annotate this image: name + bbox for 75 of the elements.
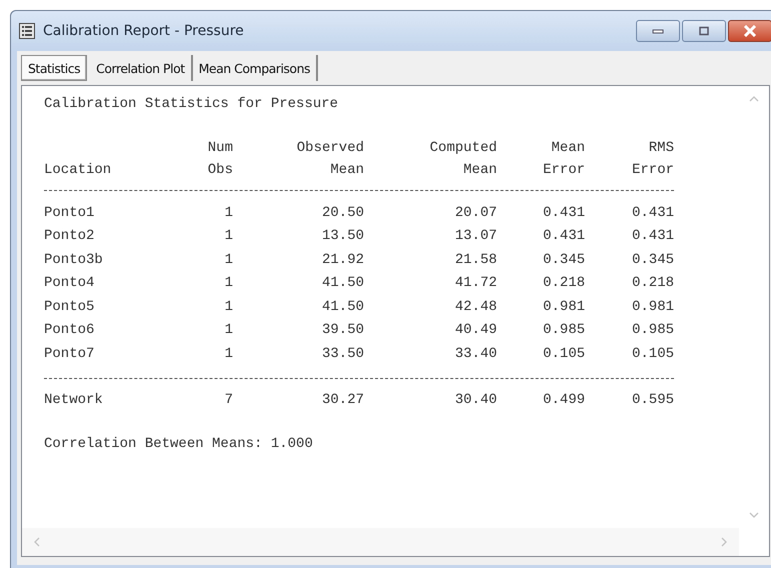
column-header: Error [632,162,674,178]
table-cell-text: 21.58 [454,252,497,268]
table-cell-text: 0.985 [542,322,585,338]
table-cell-text: Ponto4 [44,275,96,292]
table-cell-text: 42.48 [454,298,497,315]
table-cell-text: Ponto2 [44,228,96,244]
minimize-button[interactable] [636,20,680,42]
table-cell-text: 0.431 [630,204,674,221]
table-cell-text: 0.595 [630,392,674,408]
table-cell-text: 41.50 [320,275,364,292]
table-cell-text: 0.431 [542,228,585,244]
close-button[interactable] [728,20,771,42]
table-cell-text: 0.345 [630,252,674,268]
table-cell-text: 0.981 [630,298,674,315]
table-cell-text: 20.07 [454,204,497,221]
table-cell-text: 7 [224,392,233,408]
table-cell-text: 0.105 [630,346,674,362]
column-header: Obs [208,162,233,178]
column-header: Mean [551,140,585,156]
table-cell-text: Network [44,392,104,408]
table-cell-text: 30.27 [320,392,364,408]
column-header: Mean [463,162,497,178]
table-cell-text: 1 [224,275,233,292]
table-cell-text: 33.40 [454,346,497,362]
close-icon [743,25,757,37]
table-cell-text: Ponto5 [44,298,96,315]
column-header: Mean [330,162,364,178]
table-cell-text: Ponto6 [44,322,96,338]
table-cell-text: 1 [224,204,233,221]
table-cell-text: 33.50 [320,346,364,362]
table-cell-text: 1 [224,252,233,268]
table-cell-text: 40.49 [454,322,497,338]
maximize-icon [697,26,711,36]
maximize-button[interactable] [682,20,726,42]
column-header: Error [542,162,585,178]
table-cell-text: 0.218 [630,275,674,292]
horizontal-scrollbar[interactable] [22,528,739,556]
table-cell-text: Ponto3b [44,252,104,268]
table-cell-text: 0.105 [542,346,585,362]
table-cell-text: 20.50 [320,204,364,221]
table-cell-text: Ponto7 [44,346,96,362]
table-cell-text: 1 [224,322,233,338]
table-cell-text: 0.218 [542,275,585,292]
table-cell-text: 39.50 [320,322,364,338]
table-cell-text: 0.499 [542,392,585,408]
report-heading: Calibration Statistics for Pressure [44,96,338,112]
table-cell-text: 30.40 [454,392,497,408]
table-cell-text: 13.07 [454,228,497,244]
column-header: Observed [296,140,364,156]
table-cell-text: 1 [224,228,233,244]
table-cell-text: Ponto1 [44,204,96,221]
table-cell-text: 13.50 [320,228,364,244]
column-header: Computed [430,140,497,156]
column-header: Location [44,162,112,178]
table-cell-text: 0.985 [630,322,674,338]
tab[interactable]: Statistics [21,55,88,81]
table-cell-text: 0.345 [542,252,585,268]
table-cell-text: 41.72 [454,275,497,292]
scroll-left-icon[interactable] [34,537,40,547]
window-title: Calibration Report - Pressure [43,23,245,39]
report-icon [19,23,35,39]
table-cell-text: 0.431 [630,228,674,244]
table-cell-text: 41.50 [320,298,364,315]
correlation-text: Correlation Between Means: 1.000 [44,436,314,452]
table-cell-text: 1 [224,346,233,362]
scroll-right-icon[interactable] [721,537,727,547]
column-header: RMS [648,140,674,156]
scroll-down-icon[interactable] [749,512,759,518]
table-cell-text: 1 [224,298,233,315]
column-header: Num [208,140,233,156]
minimize-icon [651,27,665,35]
table-cell-text: 0.981 [542,298,585,315]
scroll-up-icon[interactable] [749,96,759,102]
table-cell-text: 0.431 [542,204,585,221]
table-cell-text: 21.92 [320,252,364,268]
